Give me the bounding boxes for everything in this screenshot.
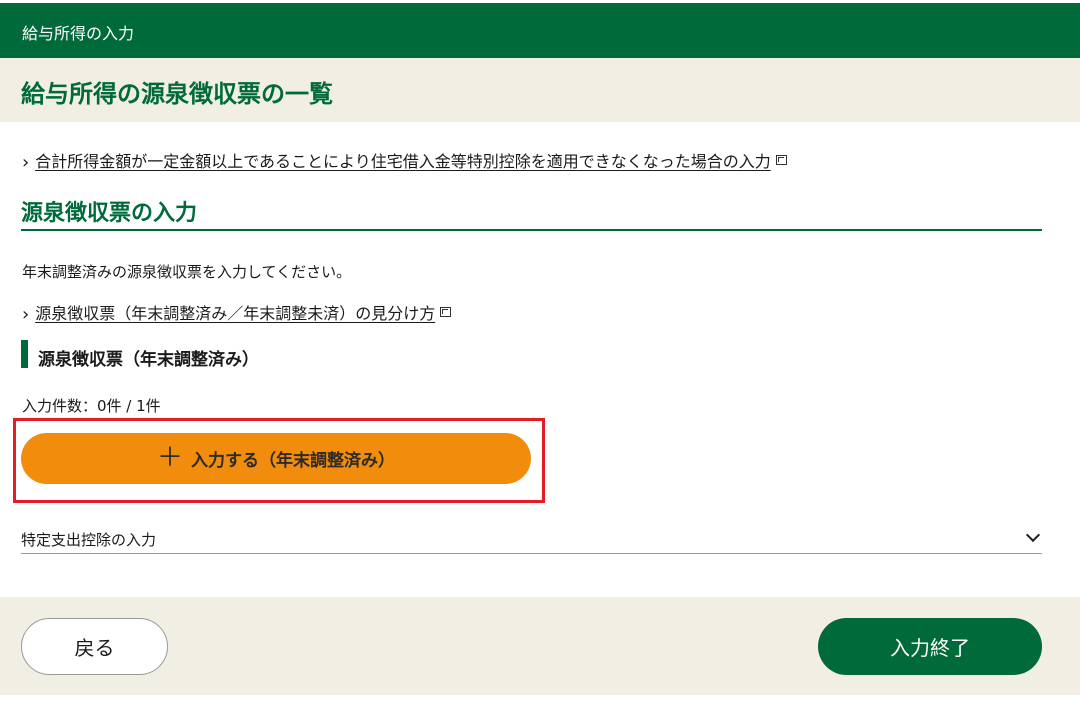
top-bar: 給与所得の入力: [0, 0, 1080, 58]
section-title: 源泉徴収票の入力: [21, 201, 198, 226]
chevron-right-icon: ›: [22, 151, 30, 173]
external-window-icon: [775, 155, 787, 165]
specific-expense-accordion[interactable]: 特定支出控除の入力: [21, 522, 1042, 554]
accordion-label: 特定支出控除の入力: [21, 531, 157, 549]
finish-input-button[interactable]: 入力終了: [818, 618, 1042, 675]
section-divider: [21, 229, 1042, 231]
page-title: 給与所得の源泉徴収票の一覧: [21, 80, 333, 108]
add-entry-button[interactable]: ＋ 入力する（年末調整済み）: [21, 433, 531, 484]
external-window-icon: [440, 307, 452, 317]
add-entry-button-label: 入力する（年末調整済み）: [191, 451, 395, 471]
footer-bar: 戻る 入力終了: [0, 597, 1080, 695]
section-description: 年末調整済みの源泉徴収票を入力してください。: [22, 263, 352, 281]
plus-icon: ＋: [156, 442, 183, 473]
subhead-accent-bar: [21, 340, 28, 368]
page-header: 給与所得の源泉徴収票の一覧: [0, 58, 1080, 122]
entry-count: 入力件数：0件 / 1件: [22, 397, 161, 415]
distinguish-link-text[interactable]: 源泉徴収票（年末調整済み／年末調整未済）の見分け方: [35, 300, 435, 324]
subsection-heading: 源泉徴収票（年末調整済み）: [38, 350, 259, 370]
distinguish-link[interactable]: › 源泉徴収票（年末調整済み／年末調整未済）の見分け方: [22, 300, 452, 325]
housing-loan-link-text[interactable]: 合計所得金額が一定金額以上であることにより住宅借入金等特別控除を適用できなくなっ…: [35, 148, 771, 172]
back-button[interactable]: 戻る: [21, 618, 168, 675]
chevron-down-icon: [1025, 527, 1041, 543]
chevron-right-icon: ›: [22, 303, 30, 325]
housing-loan-link[interactable]: › 合計所得金額が一定金額以上であることにより住宅借入金等特別控除を適用できなく…: [22, 148, 787, 173]
top-bar-title: 給与所得の入力: [22, 24, 135, 43]
